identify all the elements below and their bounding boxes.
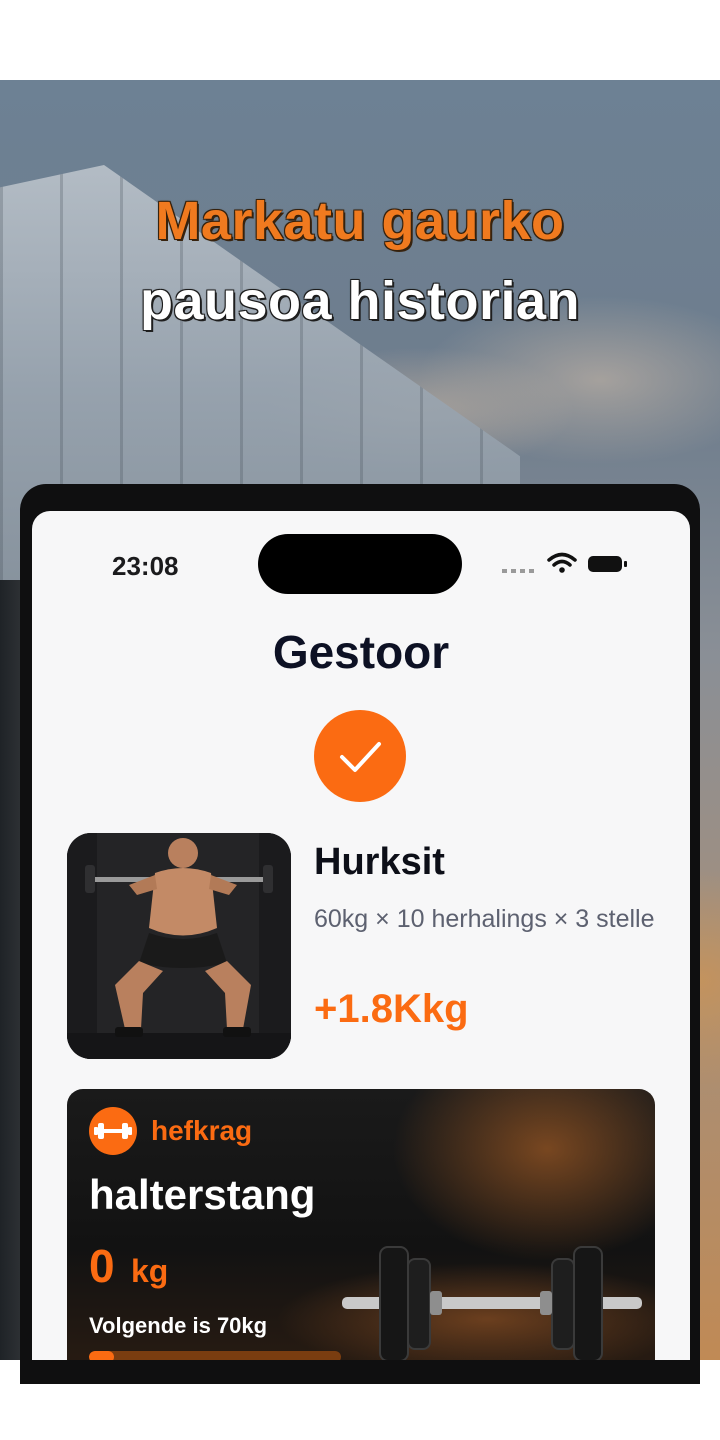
strength-card[interactable]: hefkrag halterstang 0 kg Volgende is 70k…: [67, 1089, 655, 1360]
category-badge: hefkrag: [151, 1115, 253, 1146]
headline-line-1: Markatu gaurko: [155, 191, 565, 251]
phone-screen: 23:08 Gestoor Hurksit 60kg × 10 herhalin…: [32, 511, 690, 1360]
status-time: 23:08: [112, 551, 179, 581]
battery-icon: [588, 556, 627, 572]
signal-icon: [502, 569, 536, 573]
exercise-name: Hurksit: [314, 841, 445, 883]
next-target-label: Volgende is 70kg: [89, 1313, 268, 1338]
headline-line-2: pausoa historian: [139, 271, 581, 331]
weight-value: 0: [89, 1240, 115, 1292]
dynamic-island: [258, 534, 462, 594]
wifi-icon: [547, 552, 577, 573]
checkmark-icon: [340, 742, 381, 772]
weight-unit: kg: [131, 1253, 169, 1289]
progress-bar: [89, 1351, 341, 1360]
progress-fill: [89, 1351, 115, 1360]
athlete-squat-image: [67, 833, 291, 1059]
barbell-image: [342, 1246, 642, 1360]
dumbbell-icon: [89, 1107, 137, 1155]
exercise-thumbnail: [67, 833, 291, 1059]
exercise-detail: 60kg × 10 herhalings × 3 stelle: [314, 905, 655, 933]
success-check: [314, 710, 406, 802]
page-title: Gestoor: [272, 626, 450, 678]
exercise-gain: +1.8Kkg: [314, 987, 469, 1031]
card-title: halterstang: [89, 1171, 316, 1218]
